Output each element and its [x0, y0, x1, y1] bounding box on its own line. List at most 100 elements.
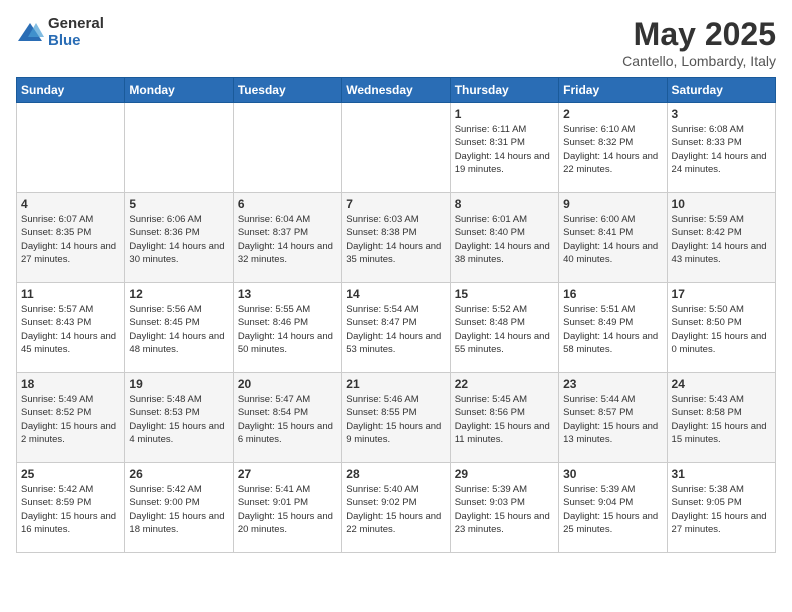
day-info: Sunrise: 5:44 AM Sunset: 8:57 PM Dayligh…	[563, 393, 662, 446]
day-cell: 7 Sunrise: 6:03 AM Sunset: 8:38 PM Daylig…	[342, 193, 450, 283]
week-row-2: 4 Sunrise: 6:07 AM Sunset: 8:35 PM Daylig…	[17, 193, 776, 283]
day-number: 20	[238, 377, 337, 391]
day-info: Sunrise: 6:03 AM Sunset: 8:38 PM Dayligh…	[346, 213, 445, 266]
day-cell: 31 Sunrise: 5:38 AM Sunset: 9:05 PM Dayli…	[667, 463, 775, 553]
day-info: Sunrise: 5:46 AM Sunset: 8:55 PM Dayligh…	[346, 393, 445, 446]
day-number: 3	[672, 107, 771, 121]
day-cell: 1 Sunrise: 6:11 AM Sunset: 8:31 PM Daylig…	[450, 103, 558, 193]
day-cell: 13 Sunrise: 5:55 AM Sunset: 8:46 PM Dayli…	[233, 283, 341, 373]
day-number: 24	[672, 377, 771, 391]
day-cell: 27 Sunrise: 5:41 AM Sunset: 9:01 PM Dayli…	[233, 463, 341, 553]
calendar-body: 1 Sunrise: 6:11 AM Sunset: 8:31 PM Daylig…	[17, 103, 776, 553]
day-info: Sunrise: 6:08 AM Sunset: 8:33 PM Dayligh…	[672, 123, 771, 176]
day-number: 13	[238, 287, 337, 301]
week-row-5: 25 Sunrise: 5:42 AM Sunset: 8:59 PM Dayli…	[17, 463, 776, 553]
logo-general: General	[48, 16, 104, 33]
day-cell: 17 Sunrise: 5:50 AM Sunset: 8:50 PM Dayli…	[667, 283, 775, 373]
day-cell: 4 Sunrise: 6:07 AM Sunset: 8:35 PM Daylig…	[17, 193, 125, 283]
day-info: Sunrise: 5:41 AM Sunset: 9:01 PM Dayligh…	[238, 483, 337, 536]
day-info: Sunrise: 5:52 AM Sunset: 8:48 PM Dayligh…	[455, 303, 554, 356]
day-number: 9	[563, 197, 662, 211]
day-info: Sunrise: 5:40 AM Sunset: 9:02 PM Dayligh…	[346, 483, 445, 536]
day-info: Sunrise: 5:38 AM Sunset: 9:05 PM Dayligh…	[672, 483, 771, 536]
day-info: Sunrise: 6:10 AM Sunset: 8:32 PM Dayligh…	[563, 123, 662, 176]
day-cell: 11 Sunrise: 5:57 AM Sunset: 8:43 PM Dayli…	[17, 283, 125, 373]
day-number: 17	[672, 287, 771, 301]
day-number: 28	[346, 467, 445, 481]
day-info: Sunrise: 6:11 AM Sunset: 8:31 PM Dayligh…	[455, 123, 554, 176]
day-cell: 12Sunrise: 5:56 AM Sunset: 8:45 PM Dayli…	[125, 283, 233, 373]
day-cell: 6Sunrise: 6:04 AM Sunset: 8:37 PM Daylig…	[233, 193, 341, 283]
day-info: Sunrise: 5:57 AM Sunset: 8:43 PM Dayligh…	[21, 303, 120, 356]
day-cell: 10 Sunrise: 5:59 AM Sunset: 8:42 PM Dayli…	[667, 193, 775, 283]
day-info: Sunrise: 5:45 AM Sunset: 8:56 PM Dayligh…	[455, 393, 554, 446]
day-info: Sunrise: 5:43 AM Sunset: 8:58 PM Dayligh…	[672, 393, 771, 446]
logo-blue: Blue	[48, 33, 104, 50]
week-row-3: 11 Sunrise: 5:57 AM Sunset: 8:43 PM Dayli…	[17, 283, 776, 373]
day-number: 7	[346, 197, 445, 211]
day-info: Sunrise: 6:07 AM Sunset: 8:35 PM Dayligh…	[21, 213, 120, 266]
day-number: 18	[21, 377, 120, 391]
day-info: Sunrise: 5:59 AM Sunset: 8:42 PM Dayligh…	[672, 213, 771, 266]
day-info: Sunrise: 5:39 AM Sunset: 9:04 PM Dayligh…	[563, 483, 662, 536]
day-info: Sunrise: 6:06 AM Sunset: 8:36 PM Dayligh…	[129, 213, 228, 266]
day-info: Sunrise: 5:49 AM Sunset: 8:52 PM Dayligh…	[21, 393, 120, 446]
day-number: 15	[455, 287, 554, 301]
day-info: Sunrise: 5:50 AM Sunset: 8:50 PM Dayligh…	[672, 303, 771, 356]
day-number: 8	[455, 197, 554, 211]
day-number: 31	[672, 467, 771, 481]
day-cell: 19 Sunrise: 5:48 AM Sunset: 8:53 PM Dayli…	[125, 373, 233, 463]
day-cell: 26 Sunrise: 5:42 AM Sunset: 9:00 PM Dayli…	[125, 463, 233, 553]
day-number: 19	[129, 377, 228, 391]
day-info: Sunrise: 5:54 AM Sunset: 8:47 PM Dayligh…	[346, 303, 445, 356]
day-info: Sunrise: 6:04 AM Sunset: 8:37 PM Dayligh…	[238, 213, 337, 266]
page-header: General Blue May 2025 Cantello, Lombardy…	[16, 16, 776, 69]
day-cell: 20Sunrise: 5:47 AM Sunset: 8:54 PM Dayli…	[233, 373, 341, 463]
day-number: 4	[21, 197, 120, 211]
day-cell	[125, 103, 233, 193]
header-day-thursday: Thursday	[450, 78, 558, 103]
day-cell: 18 Sunrise: 5:49 AM Sunset: 8:52 PM Dayli…	[17, 373, 125, 463]
day-info: Sunrise: 6:00 AM Sunset: 8:41 PM Dayligh…	[563, 213, 662, 266]
day-number: 5	[129, 197, 228, 211]
day-cell: 3 Sunrise: 6:08 AM Sunset: 8:33 PM Daylig…	[667, 103, 775, 193]
logo-text: General Blue	[48, 16, 104, 49]
day-info: Sunrise: 5:55 AM Sunset: 8:46 PM Dayligh…	[238, 303, 337, 356]
header-day-wednesday: Wednesday	[342, 78, 450, 103]
day-info: Sunrise: 5:48 AM Sunset: 8:53 PM Dayligh…	[129, 393, 228, 446]
day-cell: 15 Sunrise: 5:52 AM Sunset: 8:48 PM Dayli…	[450, 283, 558, 373]
day-cell: 24 Sunrise: 5:43 AM Sunset: 8:58 PM Dayli…	[667, 373, 775, 463]
day-number: 21	[346, 377, 445, 391]
day-info: Sunrise: 5:42 AM Sunset: 9:00 PM Dayligh…	[129, 483, 228, 536]
day-number: 25	[21, 467, 120, 481]
day-info: Sunrise: 5:42 AM Sunset: 8:59 PM Dayligh…	[21, 483, 120, 536]
day-number: 1	[455, 107, 554, 121]
day-cell: 30 Sunrise: 5:39 AM Sunset: 9:04 PM Dayli…	[559, 463, 667, 553]
day-info: Sunrise: 5:56 AM Sunset: 8:45 PM Dayligh…	[129, 303, 228, 356]
day-number: 11	[21, 287, 120, 301]
day-cell	[342, 103, 450, 193]
day-cell: 22Sunrise: 5:45 AM Sunset: 8:56 PM Dayli…	[450, 373, 558, 463]
day-number: 16	[563, 287, 662, 301]
day-cell: 9 Sunrise: 6:00 AM Sunset: 8:41 PM Daylig…	[559, 193, 667, 283]
calendar-header: SundayMondayTuesdayWednesdayThursdayFrid…	[17, 78, 776, 103]
day-number: 2	[563, 107, 662, 121]
day-number: 23	[563, 377, 662, 391]
day-number: 30	[563, 467, 662, 481]
day-number: 27	[238, 467, 337, 481]
day-cell: 28 Sunrise: 5:40 AM Sunset: 9:02 PM Dayli…	[342, 463, 450, 553]
day-cell	[233, 103, 341, 193]
day-number: 26	[129, 467, 228, 481]
day-cell: 21 Sunrise: 5:46 AM Sunset: 8:55 PM Dayli…	[342, 373, 450, 463]
logo-icon	[16, 19, 44, 47]
day-info: Sunrise: 6:01 AM Sunset: 8:40 PM Dayligh…	[455, 213, 554, 266]
header-day-sunday: Sunday	[17, 78, 125, 103]
day-info: Sunrise: 5:51 AM Sunset: 8:49 PM Dayligh…	[563, 303, 662, 356]
day-cell: 25 Sunrise: 5:42 AM Sunset: 8:59 PM Dayli…	[17, 463, 125, 553]
day-cell: 2 Sunrise: 6:10 AM Sunset: 8:32 PM Daylig…	[559, 103, 667, 193]
header-row: SundayMondayTuesdayWednesdayThursdayFrid…	[17, 78, 776, 103]
day-number: 10	[672, 197, 771, 211]
week-row-4: 18 Sunrise: 5:49 AM Sunset: 8:52 PM Dayli…	[17, 373, 776, 463]
header-day-monday: Monday	[125, 78, 233, 103]
day-cell: 5 Sunrise: 6:06 AM Sunset: 8:36 PM Daylig…	[125, 193, 233, 283]
